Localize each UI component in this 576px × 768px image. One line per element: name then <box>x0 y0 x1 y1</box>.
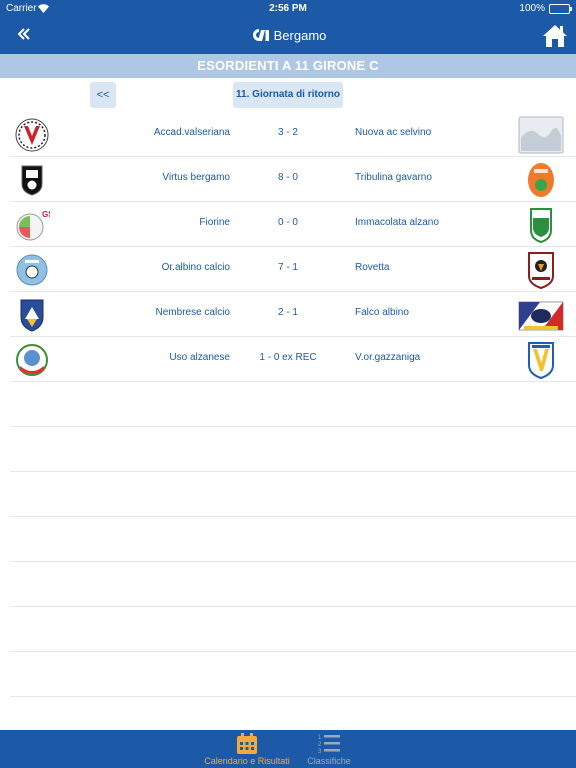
away-team: Rovetta <box>355 262 390 273</box>
nav-title: Bergamo <box>0 28 576 43</box>
home-team: Fiorine <box>199 217 230 228</box>
nav-title-text: Bergamo <box>273 28 327 43</box>
home-icon <box>543 25 567 47</box>
match-score: 1 - 0 ex REC <box>259 352 317 363</box>
match-score: 7 - 1 <box>277 262 298 273</box>
match-score: 0 - 0 <box>277 217 298 228</box>
match-score: 2 - 1 <box>277 307 298 318</box>
tab-calendar-label: Calendario e Risultati <box>204 756 290 766</box>
away-team: Falco albino <box>355 307 409 318</box>
previous-round-button[interactable]: << <box>90 82 116 108</box>
team-logo-falco-albino-icon <box>518 301 564 331</box>
team-logo-nembrese-calcio-icon <box>20 299 44 332</box>
battery-icon <box>549 4 572 14</box>
match-score: 3 - 2 <box>277 127 298 138</box>
away-team: Nuova ac selvino <box>355 127 432 138</box>
team-logo-immacolata-alzano-icon <box>530 208 552 244</box>
empty-row <box>10 562 576 607</box>
nav-bar: Bergamo <box>0 18 576 54</box>
championship-title: ESORDIENTI A 11 GIRONE C <box>0 54 576 78</box>
home-button[interactable] <box>542 23 568 49</box>
svg-text:GS: GS <box>42 210 50 219</box>
team-logo-or-albino-calcio-icon <box>16 254 48 286</box>
empty-row <box>10 652 576 697</box>
home-team: Accad.valseriana <box>153 127 230 138</box>
home-team: Uso alzanese <box>169 352 230 363</box>
away-team: Immacolata alzano <box>355 217 439 228</box>
home-team: Nembrese calcio <box>155 307 230 318</box>
match-score: 8 - 0 <box>277 172 298 183</box>
empty-row <box>10 382 576 427</box>
empty-row <box>10 472 576 517</box>
team-logo-tribulina-gavarno-icon <box>528 163 554 197</box>
empty-row <box>10 607 576 652</box>
csi-logo-icon <box>252 29 269 41</box>
team-logo-accad-valseriana-icon <box>15 118 49 152</box>
match-row[interactable]: GS Fiorine 0 - 0 Immacolata alzano <box>10 202 576 247</box>
home-team: Virtus bergamo <box>162 172 230 183</box>
match-row[interactable]: Virtus bergamo 8 - 0 Tribulina gavarno <box>10 157 576 202</box>
round-label[interactable]: 11. Giornata di ritorno <box>233 82 343 108</box>
team-logo-uso-alzanese-icon <box>16 344 48 376</box>
tab-bar: Calendario e Risultati 123 Classifiche <box>0 730 576 768</box>
svg-text:2: 2 <box>318 742 322 748</box>
match-row[interactable]: Accad.valseriana 3 - 2 Nuova ac selvino <box>10 112 576 157</box>
empty-rows <box>10 382 576 697</box>
status-bar: Carrier 2:56 PM 100% <box>0 0 576 18</box>
empty-row <box>10 427 576 472</box>
home-team: Or.albino calcio <box>161 262 230 273</box>
tab-calendar-results[interactable]: Calendario e Risultati <box>202 733 292 767</box>
team-logo-virtus-bergamo-icon <box>21 165 43 196</box>
svg-text:1: 1 <box>318 735 322 741</box>
match-row[interactable]: Uso alzanese 1 - 0 ex REC V.or.gazzaniga <box>10 337 576 382</box>
match-row[interactable]: Nembrese calcio 2 - 1 Falco albino <box>10 292 576 337</box>
tab-standings-label: Classifiche <box>307 756 351 766</box>
away-team: V.or.gazzaniga <box>355 352 421 363</box>
tab-standings[interactable]: 123 Classifiche <box>284 733 374 767</box>
numbered-list-icon: 123 <box>318 735 340 755</box>
svg-text:3: 3 <box>318 749 322 755</box>
round-selector: << 11. Giornata di ritorno <box>0 78 576 112</box>
matches-list: Accad.valseriana 3 - 2 Nuova ac selvino … <box>0 112 576 382</box>
status-time: 2:56 PM <box>269 3 307 14</box>
battery-percent: 100% <box>519 3 545 14</box>
match-row[interactable]: Or.albino calcio 7 - 1 Rovetta <box>10 247 576 292</box>
calendar-icon <box>237 733 257 754</box>
away-team: Tribulina gavarno <box>355 172 432 183</box>
team-logo-rovetta-icon <box>528 252 554 289</box>
image-placeholder-icon <box>518 116 564 154</box>
empty-row <box>10 517 576 562</box>
team-logo-fiorine-icon: GS <box>16 210 50 241</box>
team-logo-v-or-gazzaniga-icon <box>528 342 554 379</box>
